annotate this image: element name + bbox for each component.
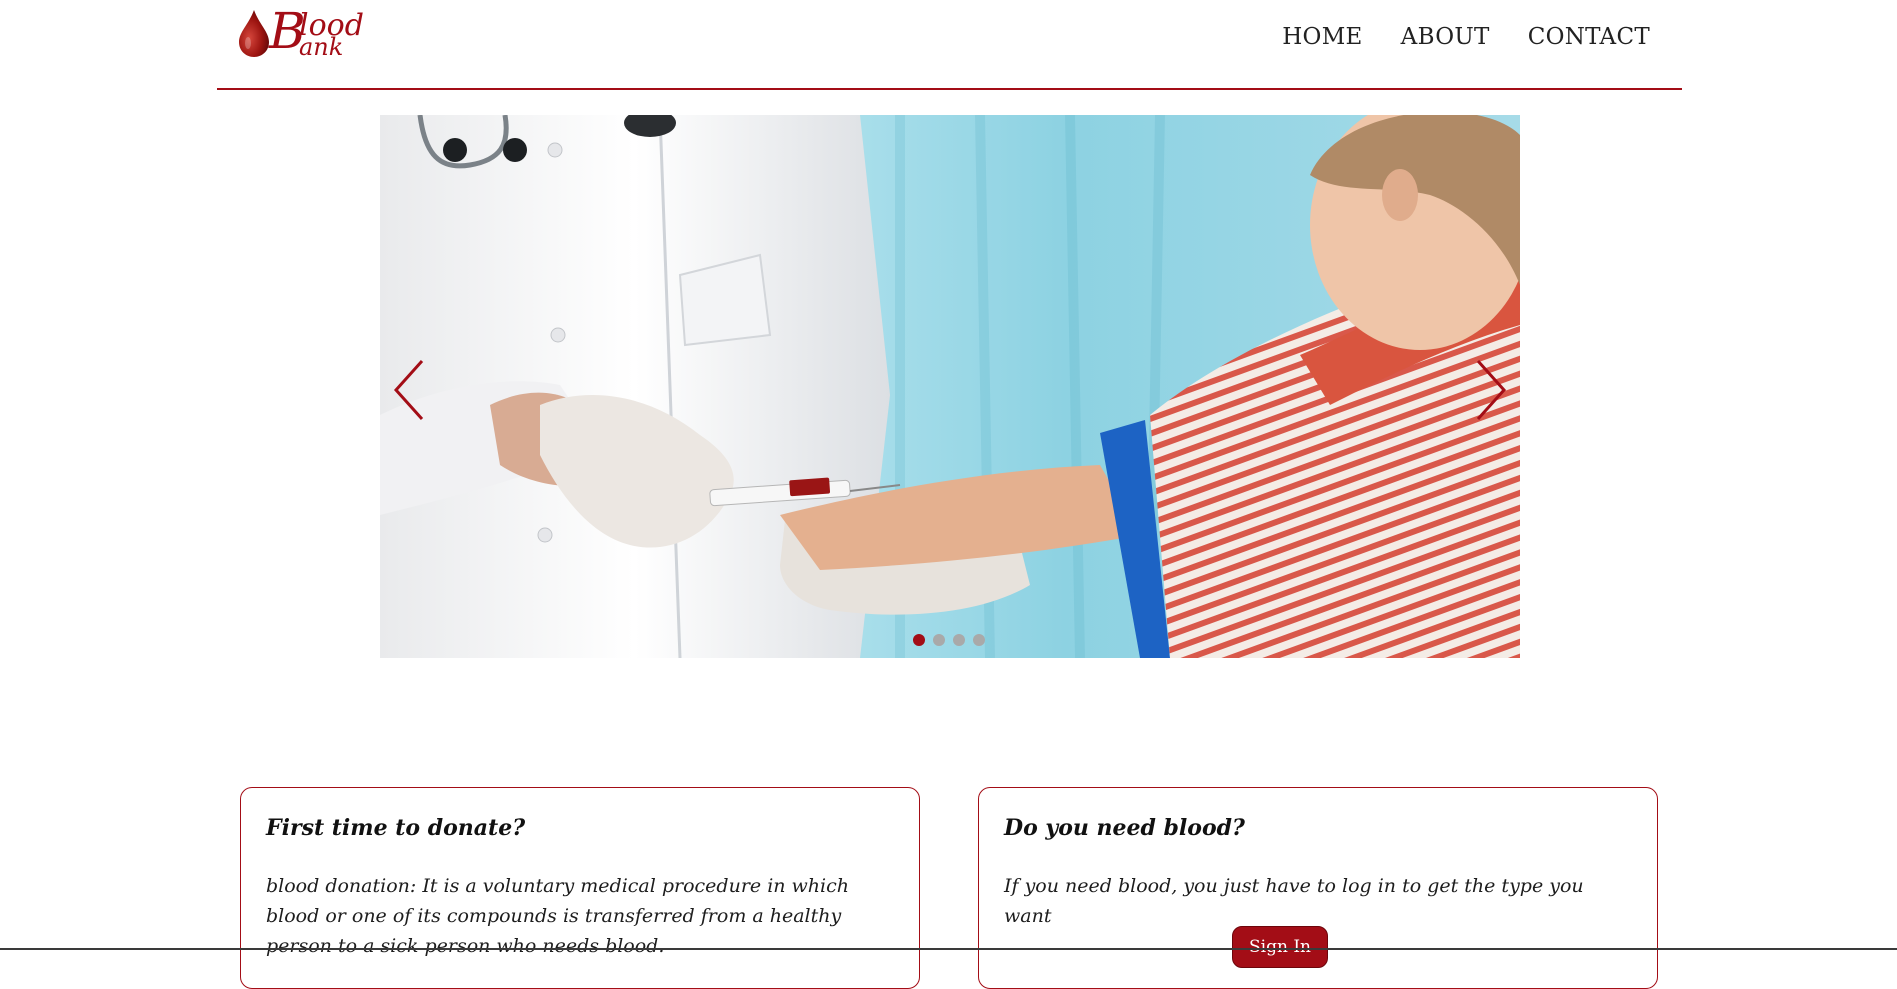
carousel-indicator-4[interactable] (973, 634, 985, 646)
sign-in-button[interactable]: Sign In (1232, 926, 1328, 968)
card-description: If you need blood, you just have to log … (1004, 875, 1584, 927)
carousel-indicators (913, 634, 985, 646)
carousel-indicator-2[interactable] (933, 634, 945, 646)
hero-carousel[interactable] (380, 115, 1520, 658)
chevron-right-icon (1476, 359, 1507, 421)
carousel-slide-image (380, 115, 1520, 658)
blood-bank-logo[interactable]: B lood ank (237, 6, 367, 62)
carousel-indicator-1[interactable] (913, 634, 925, 646)
site-header: B lood ank HOME ABOUT CONTACT (217, 0, 1682, 90)
main-nav: HOME ABOUT CONTACT (1282, 24, 1650, 50)
first-time-donate-card: First time to donate? blood donation: It… (240, 787, 920, 989)
nav-contact-link[interactable]: CONTACT (1528, 24, 1650, 50)
carousel-indicator-3[interactable] (953, 634, 965, 646)
carousel-next-button[interactable] (1470, 355, 1510, 425)
blood-drop-icon (239, 10, 269, 57)
nav-about-link[interactable]: ABOUT (1401, 24, 1490, 50)
nav-home-link[interactable]: HOME (1282, 24, 1362, 50)
card-title: Do you need blood? (1004, 815, 1245, 841)
card-title: First time to donate? (266, 815, 526, 841)
chevron-left-icon (393, 359, 424, 421)
logo-word-ank: ank (299, 33, 344, 61)
need-blood-card: Do you need blood? If you need blood, yo… (978, 787, 1658, 989)
carousel-prev-button[interactable] (390, 355, 430, 425)
